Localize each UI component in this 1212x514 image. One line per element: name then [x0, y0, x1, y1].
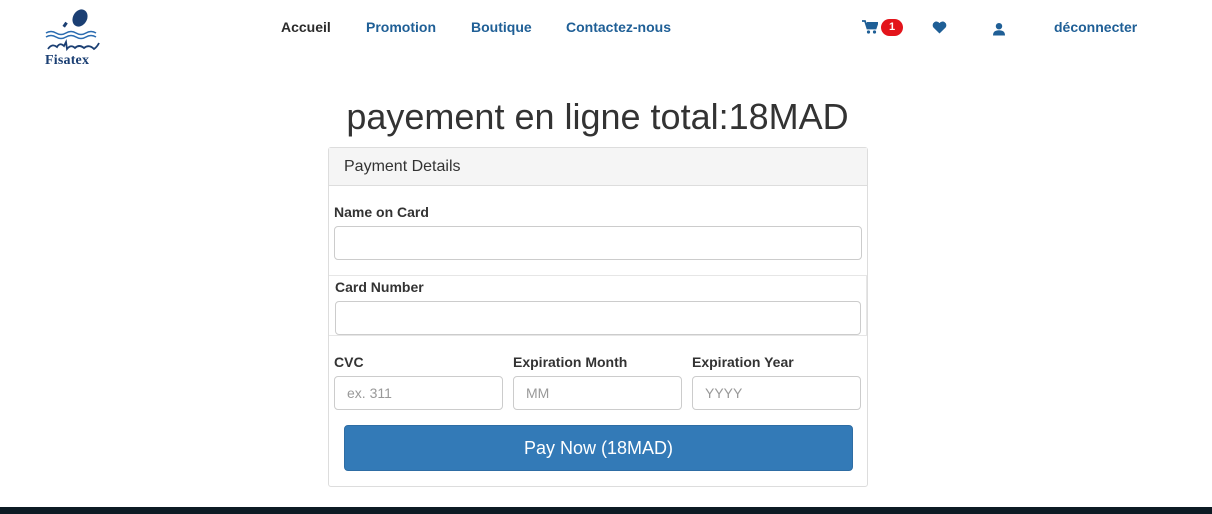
logo-text: Fisatex	[45, 53, 90, 68]
logout-link[interactable]: déconnecter	[1054, 19, 1137, 35]
cvc-input[interactable]	[334, 376, 503, 410]
payment-panel: Payment Details Name on Card Card Number…	[328, 147, 868, 487]
expiration-month-input[interactable]	[513, 376, 682, 410]
nav-item-accueil[interactable]: Accueil	[281, 19, 331, 35]
panel-heading: Payment Details	[329, 148, 867, 186]
expiration-year-label: Expiration Year	[692, 354, 794, 370]
expiration-month-label: Expiration Month	[513, 354, 628, 370]
nav-item-contactez-nous[interactable]: Contactez-nous	[566, 19, 671, 35]
name-on-card-input[interactable]	[334, 226, 862, 260]
logo-mark-icon	[45, 9, 100, 52]
footer-bar	[0, 507, 1212, 514]
fisatex-logo[interactable]: Fisatex	[42, 6, 108, 70]
card-number-input[interactable]	[335, 301, 861, 335]
cart-count-badge[interactable]: 1	[881, 19, 903, 36]
nav-item-boutique[interactable]: Boutique	[471, 19, 532, 35]
expiration-year-input[interactable]	[692, 376, 861, 410]
card-number-label: Card Number	[335, 279, 424, 295]
cvc-label: CVC	[334, 354, 364, 370]
user-icon[interactable]	[992, 22, 1006, 36]
name-on-card-label: Name on Card	[334, 204, 429, 220]
heart-icon[interactable]	[932, 21, 947, 34]
nav-item-promotion[interactable]: Promotion	[366, 19, 436, 35]
page-title: payement en ligne total:18MAD	[346, 96, 849, 137]
pay-now-button[interactable]: Pay Now (18MAD)	[344, 425, 853, 471]
cart-icon[interactable]	[862, 20, 879, 34]
